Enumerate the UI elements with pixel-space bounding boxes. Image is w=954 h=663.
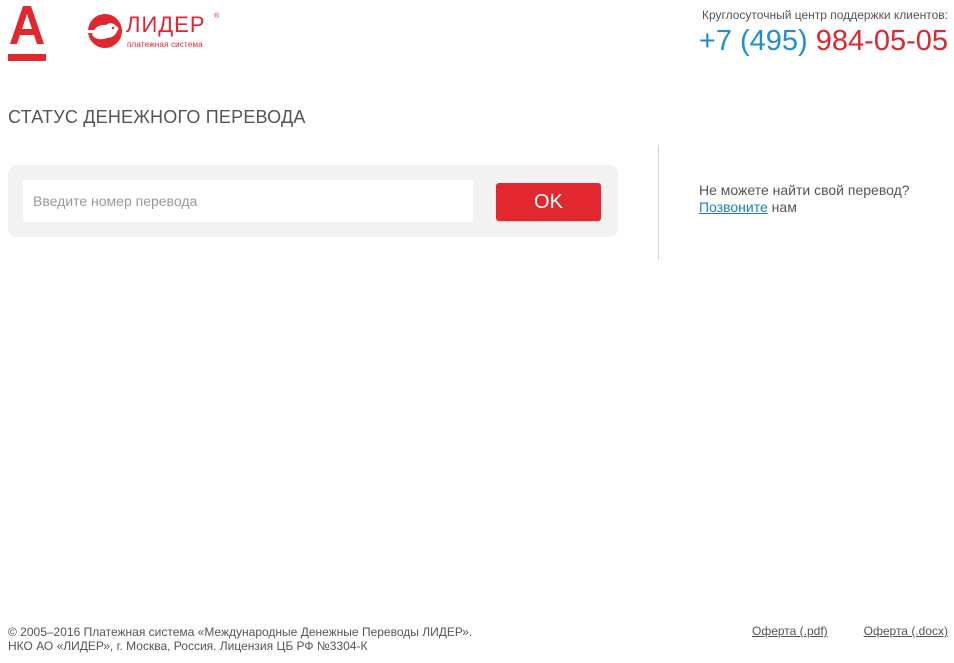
support-phone[interactable]: +7 (495) 984-05-05 <box>699 24 948 58</box>
help-call-line: Позвоните нам <box>699 199 910 216</box>
footer-links: Оферта (.pdf) Оферта (.docx) <box>716 624 948 638</box>
offer-pdf-link[interactable]: Оферта (.pdf) <box>752 624 828 638</box>
bear-icon <box>86 14 122 48</box>
lider-logo[interactable]: ЛИДЕР ® платежная система <box>86 13 226 53</box>
alfa-bank-logo-icon[interactable] <box>8 6 46 64</box>
transfer-search-panel: OK <box>8 165 618 237</box>
support-label: Круглосуточный центр поддержки клиентов: <box>701 8 948 22</box>
lider-logo-word: ЛИДЕР <box>126 12 206 37</box>
vertical-divider <box>658 145 659 260</box>
support-block: Круглосуточный центр поддержки клиентов:… <box>699 8 948 58</box>
phone-code: +7 (495) <box>698 25 808 57</box>
help-question: Не можете найти свой перевод? <box>699 182 910 198</box>
page-title: СТАТУС ДЕНЕЖНОГО ПЕРЕВОДА <box>8 107 306 127</box>
copyright-line-2: НКО АО «ЛИДЕР», г. Москва, Россия. Лицен… <box>8 639 368 653</box>
page: ЛИДЕР ® платежная система Круглосуточный… <box>0 0 954 663</box>
offer-docx-link[interactable]: Оферта (.docx) <box>864 624 948 638</box>
help-block: Не можете найти свой перевод? Позвоните … <box>699 182 910 216</box>
transfer-number-input[interactable] <box>23 180 473 222</box>
phone-number: 984-05-05 <box>815 25 948 57</box>
ok-button[interactable]: OK <box>496 183 601 221</box>
call-us-link[interactable]: Позвоните <box>699 199 768 215</box>
call-suffix: нам <box>767 199 797 215</box>
copyright-line-1: © 2005–2016 Платежная система «Междунаро… <box>8 625 473 639</box>
lider-logo-subtitle: платежная система <box>127 40 203 49</box>
registered-mark: ® <box>214 13 220 20</box>
footer-copyright: © 2005–2016 Платежная система «Междунаро… <box>8 625 472 653</box>
